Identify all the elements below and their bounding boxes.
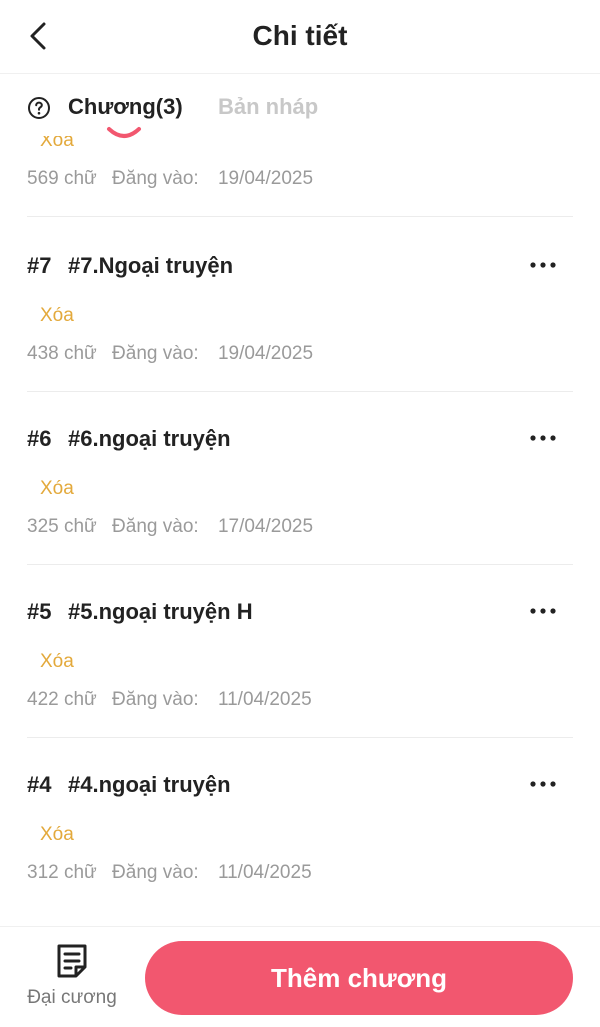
more-horizontal-icon: [530, 435, 556, 441]
page-title: Chi tiết: [252, 20, 348, 51]
chapter-word-count: 312 chữ: [27, 862, 97, 883]
more-button[interactable]: [526, 597, 560, 625]
chapter-posted-label: Đăng vào:: [112, 689, 199, 710]
chapter-meta: 569 chữ Đăng vào: 19/04/2025: [27, 168, 323, 190]
chapter-word-count: 325 chữ: [27, 516, 97, 537]
outline-label: Đại cương: [27, 987, 117, 1008]
more-horizontal-icon: [530, 781, 556, 787]
chapter-item[interactable]: #5 #5.ngoại truyện H Xóa 422 chữ Đăng và…: [0, 565, 600, 738]
tab-bar: Chương(3) Bản nháp: [0, 74, 600, 138]
chapter-title[interactable]: #6.ngoại truyện: [68, 426, 231, 452]
chapter-meta: 438 chữ Đăng vào: 19/04/2025: [27, 343, 323, 365]
chapter-meta: 312 chữ Đăng vào: 11/04/2025: [27, 862, 322, 884]
chapter-status[interactable]: Xóa: [40, 478, 74, 500]
chapter-posted-label: Đăng vào:: [112, 343, 199, 364]
chapter-posted-label: Đăng vào:: [112, 516, 199, 537]
add-chapter-button[interactable]: Thêm chương: [145, 941, 573, 1015]
more-horizontal-icon: [530, 608, 556, 614]
chapter-date: 11/04/2025: [217, 689, 312, 710]
chapter-number: #4: [27, 772, 52, 797]
chapter-list[interactable]: Xóa 569 chữ Đăng vào: 19/04/2025 #7 #7.N…: [0, 74, 600, 926]
chapter-date: 11/04/2025: [217, 862, 312, 883]
more-horizontal-icon: [530, 262, 556, 268]
chapter-meta: 325 chữ Đăng vào: 17/04/2025: [27, 516, 323, 538]
question-circle-icon[interactable]: [27, 96, 51, 120]
chapter-word-count: 438 chữ: [27, 343, 97, 364]
chapter-number: #5: [27, 599, 52, 624]
header-bar: Chi tiết: [0, 0, 600, 74]
chapter-status[interactable]: Xóa: [40, 305, 74, 327]
tab-drafts[interactable]: Bản nháp: [218, 94, 318, 120]
more-button[interactable]: [526, 424, 560, 452]
chapter-posted-label: Đăng vào:: [112, 168, 199, 189]
chapter-number: #6: [27, 426, 52, 451]
chapter-item[interactable]: #6 #6.ngoại truyện Xóa 325 chữ Đăng vào:…: [0, 392, 600, 565]
bottom-bar: Đại cương Thêm chương: [0, 926, 600, 1027]
tab-chapters[interactable]: Chương(3): [68, 94, 183, 120]
outline-button[interactable]: Đại cương: [22, 943, 122, 1017]
tab-active-indicator: [107, 127, 141, 138]
chapter-word-count: 569 chữ: [27, 168, 97, 189]
chapter-status[interactable]: Xóa: [40, 824, 74, 846]
divider: [27, 216, 573, 217]
chapter-item[interactable]: #4 #4.ngoại truyện Xóa 312 chữ Đăng vào:…: [0, 738, 600, 911]
chapter-title[interactable]: #7.Ngoại truyện: [68, 253, 233, 279]
chapter-date: 19/04/2025: [217, 343, 314, 364]
chapter-item[interactable]: #7 #7.Ngoại truyện Xóa 438 chữ Đăng vào:…: [0, 219, 600, 392]
chapter-date: 19/04/2025: [217, 168, 314, 189]
chapter-posted-label: Đăng vào:: [112, 862, 199, 883]
chapter-number: #7: [27, 253, 52, 278]
chapter-title[interactable]: #4.ngoại truyện: [68, 772, 231, 798]
chapter-title[interactable]: #5.ngoại truyện H: [68, 599, 253, 625]
document-list-icon: [57, 944, 87, 978]
more-button[interactable]: [526, 251, 560, 279]
chapter-meta: 422 chữ Đăng vào: 11/04/2025: [27, 689, 322, 711]
more-button[interactable]: [526, 770, 560, 798]
chapter-date: 17/04/2025: [217, 516, 314, 537]
chapter-word-count: 422 chữ: [27, 689, 97, 710]
chapter-status[interactable]: Xóa: [40, 651, 74, 673]
